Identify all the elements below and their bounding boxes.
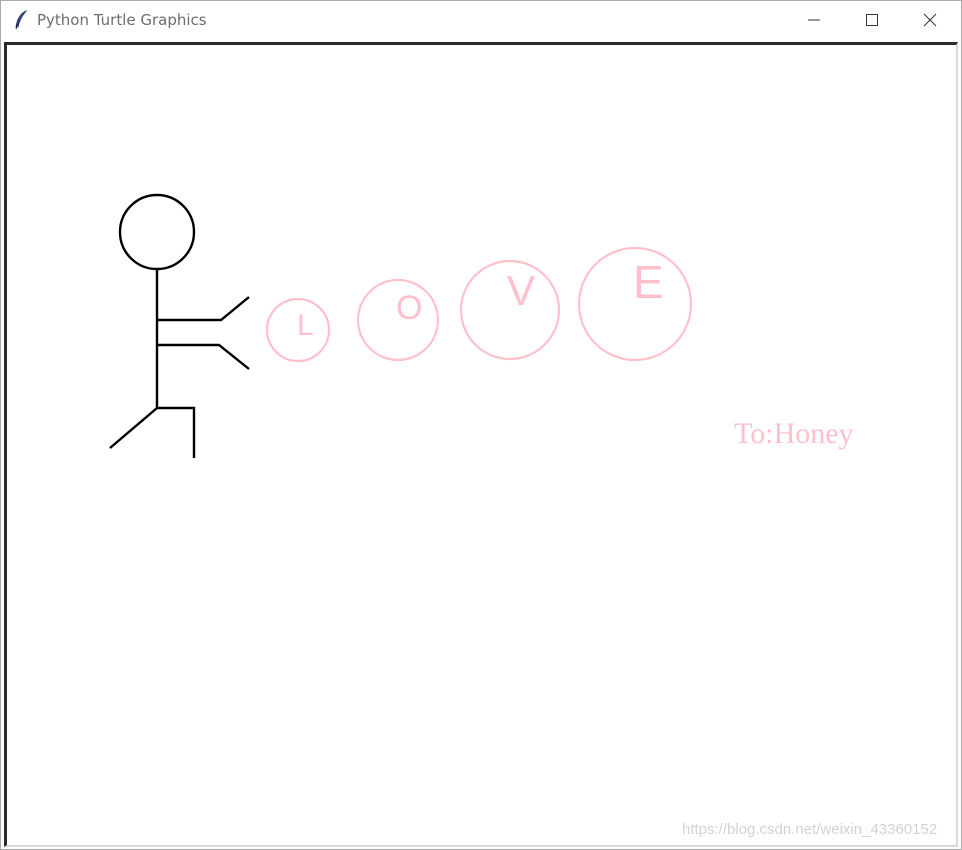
dedication-text: To:Honey	[734, 417, 854, 450]
figure-right-leg	[157, 406, 196, 458]
love-bubbles	[265, 246, 693, 363]
figure-upper-arm	[157, 296, 250, 322]
letter-e: E	[633, 256, 664, 308]
drawing-layer: L O V E To:Honey	[109, 193, 854, 458]
letter-v: V	[507, 267, 535, 314]
watermark: https://blog.csdn.net/weixin_43360152	[682, 821, 938, 838]
stick-figure	[109, 193, 250, 458]
letter-l: L	[297, 309, 314, 342]
figure-lower-arm	[157, 343, 250, 370]
figure-head	[118, 193, 196, 271]
love-letters: L O V E	[297, 256, 664, 342]
letter-o: O	[396, 289, 422, 327]
figure-left-leg	[109, 407, 158, 449]
